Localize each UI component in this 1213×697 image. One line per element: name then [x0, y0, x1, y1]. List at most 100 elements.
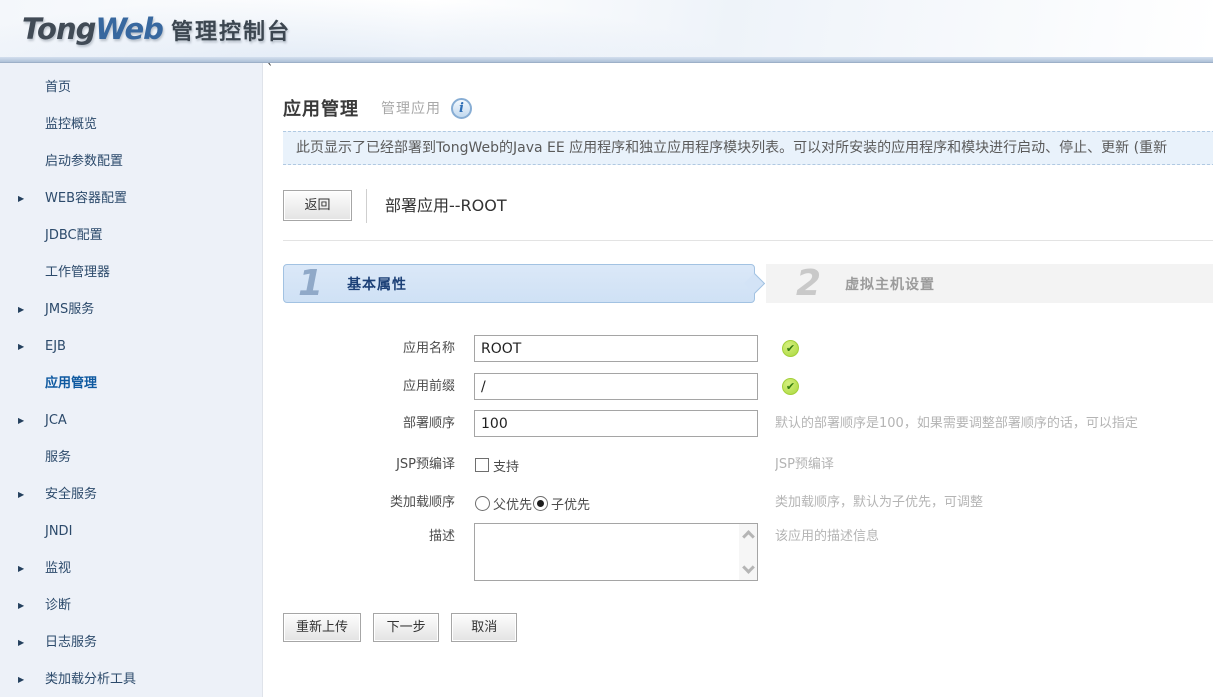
classload-order-label: 类加载顺序: [283, 489, 455, 517]
notice-bar: 此页显示了已经部署到TongWeb的Java EE 应用程序和独立应用程序模块列…: [283, 131, 1213, 165]
form-row-app-prefix: 应用前缀 ✔: [263, 373, 1213, 401]
sidebar-item-label: 监控概览: [45, 117, 97, 132]
jsp-precompile-checkbox[interactable]: [475, 458, 489, 472]
app-name-input[interactable]: [474, 335, 758, 362]
expand-arrow-icon[interactable]: ▶: [18, 550, 24, 587]
sidebar-item[interactable]: ▶ 类加载分析工具: [0, 661, 262, 697]
classload-child-radio[interactable]: [533, 496, 548, 511]
deploy-order-hint: 默认的部署顺序是100，如果需要调整部署顺序的话，可以指定: [775, 410, 1213, 438]
sidebar-item[interactable]: ▶ 日志服务: [0, 624, 262, 661]
sidebar-item[interactable]: ▶ 启动参数配置: [0, 143, 262, 180]
scroll-down-icon[interactable]: [742, 561, 755, 574]
expand-arrow-icon[interactable]: ▶: [18, 180, 24, 217]
sidebar-item[interactable]: ▶ 服务: [0, 439, 262, 476]
sidebar-nav: ▶ 首页 ▶ 监控概览 ▶ 启动参数配置 ▶ WEB容器配置 ▶ JDBC配置: [0, 63, 263, 697]
sidebar-item-label: 监视: [45, 561, 71, 576]
classload-order-hint: 类加载顺序，默认为子优先，可调整: [775, 489, 1213, 517]
sidebar-item-label: 应用管理: [45, 376, 97, 391]
description-label: 描述: [283, 523, 455, 551]
sidebar-item-label: 首页: [45, 80, 71, 95]
sidebar-item[interactable]: ▶ 应用管理: [0, 365, 262, 402]
description-textarea[interactable]: [475, 524, 739, 580]
classload-child-label: 子优先: [551, 494, 590, 513]
back-button[interactable]: 返回: [283, 190, 352, 221]
wizard-step-2[interactable]: 2 虚拟主机设置: [766, 264, 1213, 303]
sidebar-item[interactable]: ▶ JNDI: [0, 513, 262, 550]
form-row-jsp-precompile: JSP预编译 支持 JSP预编译: [263, 451, 1213, 479]
app-prefix-label: 应用前缀: [283, 373, 455, 401]
jsp-precompile-label: JSP预编译: [283, 451, 455, 479]
sidebar-item[interactable]: ▶ 首页: [0, 69, 262, 106]
expand-arrow-icon[interactable]: ▶: [18, 587, 24, 624]
classload-order-controls: 父优先 子优先: [474, 489, 590, 517]
form-row-deploy-order: 部署顺序 默认的部署顺序是100，如果需要调整部署顺序的话，可以指定: [263, 410, 1213, 438]
sidebar-item[interactable]: ▶ JMS服务: [0, 291, 262, 328]
classload-parent-radio[interactable]: [475, 496, 490, 511]
expand-arrow-icon[interactable]: ▶: [18, 291, 24, 328]
jsp-precompile-hint: JSP预编译: [775, 451, 1213, 479]
notice-text: 此页显示了已经部署到TongWeb的Java EE 应用程序和独立应用程序模块列…: [296, 140, 1167, 156]
wizard-step-1[interactable]: 1 基本属性: [283, 264, 755, 303]
app-name-label: 应用名称: [283, 335, 455, 363]
scroll-up-icon[interactable]: [742, 530, 755, 543]
info-icon[interactable]: i: [451, 98, 472, 119]
stray-mark: `: [267, 63, 274, 78]
form-row-app-name: 应用名称 ✔: [263, 335, 1213, 363]
jsp-precompile-option-label: 支持: [493, 456, 519, 475]
step-1-label: 基本属性: [347, 274, 407, 294]
sidebar-item[interactable]: ▶ 监视: [0, 550, 262, 587]
tongweb-logo: TongWeb管理控制台: [22, 12, 291, 46]
sidebar-item[interactable]: ▶ JCA: [0, 402, 262, 439]
expand-arrow-icon[interactable]: ▶: [18, 476, 24, 513]
main-content: ` 应用管理 管理应用 i 此页显示了已经部署到TongWeb的Java EE …: [263, 63, 1213, 697]
sidebar-item-label: EJB: [45, 339, 66, 354]
form-row-classload-order: 类加载顺序 父优先 子优先 类加载顺序，默认为子优先，可调整: [263, 489, 1213, 517]
sidebar-item[interactable]: ▶ WEB容器配置: [0, 180, 262, 217]
logo-text-suffix: 管理控制台: [171, 20, 291, 45]
form-row-description: 描述 该应用的描述信息: [263, 523, 1213, 583]
step-2-number: 2: [796, 266, 821, 302]
sidebar-item-label: 启动参数配置: [45, 154, 123, 169]
tongweb-console-window: TongWeb管理控制台 ▶ 首页 ▶ 监控概览 ▶ 启动参数配置 ▶ WEB容…: [0, 0, 1213, 697]
step-1-number: 1: [298, 266, 323, 302]
expand-arrow-icon[interactable]: ▶: [18, 402, 24, 439]
step-2-label: 虚拟主机设置: [845, 274, 935, 294]
app-prefix-input[interactable]: [474, 373, 758, 400]
sidebar-item-label: JDBC配置: [45, 228, 103, 243]
description-textarea-frame: [474, 523, 758, 581]
sidebar-item[interactable]: ▶ 安全服务: [0, 476, 262, 513]
page-title-row: 应用管理 管理应用 i: [283, 96, 472, 120]
sidebar-item[interactable]: ▶ EJB: [0, 328, 262, 365]
horizontal-separator: [283, 240, 1213, 241]
page-subtitle: 管理应用: [381, 98, 441, 118]
page-title: 应用管理: [283, 95, 359, 121]
sidebar-item-label: 服务: [45, 450, 71, 465]
action-button-row: 重新上传 下一步 取消: [283, 613, 524, 643]
cancel-button[interactable]: 取消: [451, 613, 517, 642]
app-header: TongWeb管理控制台: [0, 0, 1213, 57]
sidebar-item[interactable]: ▶ 诊断: [0, 587, 262, 624]
deploy-heading: 部署应用--ROOT: [385, 190, 507, 221]
expand-arrow-icon[interactable]: ▶: [18, 661, 24, 697]
reupload-button[interactable]: 重新上传: [283, 613, 361, 642]
textarea-scrollbar[interactable]: [739, 524, 757, 580]
deploy-order-label: 部署顺序: [283, 410, 455, 438]
next-step-button[interactable]: 下一步: [373, 613, 439, 642]
expand-arrow-icon[interactable]: ▶: [18, 624, 24, 661]
sidebar-item[interactable]: ▶ JDBC配置: [0, 217, 262, 254]
valid-check-icon: ✔: [782, 340, 799, 357]
description-hint: 该应用的描述信息: [775, 523, 1213, 551]
logo-text-tong: Tong: [22, 12, 95, 46]
deploy-order-input[interactable]: [474, 410, 758, 437]
expand-arrow-icon[interactable]: ▶: [18, 328, 24, 365]
valid-check-icon: ✔: [782, 378, 799, 395]
step-chevron-icon: [744, 272, 765, 293]
sidebar-item-label: 诊断: [45, 598, 71, 613]
sidebar-item[interactable]: ▶ 监控概览: [0, 106, 262, 143]
vertical-divider: [366, 189, 367, 223]
sidebar-item-label: JCA: [45, 413, 67, 428]
sidebar-item-label: 类加载分析工具: [45, 672, 136, 687]
sidebar-item-label: 工作管理器: [45, 265, 110, 280]
sidebar-item[interactable]: ▶ 工作管理器: [0, 254, 262, 291]
sidebar-item-label: 安全服务: [45, 487, 97, 502]
